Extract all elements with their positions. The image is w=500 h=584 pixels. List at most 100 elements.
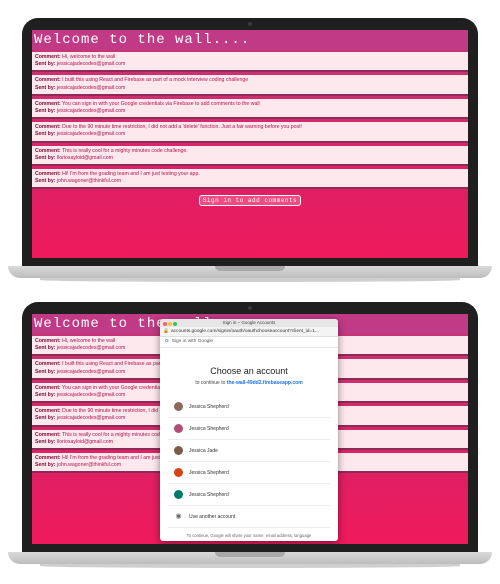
sent-by-label: Sent by:: [35, 415, 56, 422]
avatar: [174, 468, 183, 477]
minimize-window-icon[interactable]: [168, 322, 172, 326]
comment-label: Comment:: [35, 384, 61, 391]
account-name: Jessica Shepherd: [189, 425, 229, 432]
account-item[interactable]: Jessica Shepherd: [168, 484, 330, 506]
comment-label: Comment:: [35, 147, 61, 154]
comment-text: This is really cool for a mighty minutes…: [62, 147, 188, 154]
app-screen: Welcome to the wall.... Comment: Hi, wel…: [32, 30, 468, 258]
use-another-account[interactable]: ◉ Use another account: [168, 506, 330, 528]
sent-by-label: Sent by:: [35, 108, 56, 115]
choose-account-heading: Choose an account: [210, 366, 288, 376]
sent-by-label: Sent by:: [35, 131, 56, 138]
comment-label: Comment:: [35, 124, 61, 131]
comment-item: Comment: I built this using React and Fi…: [32, 75, 468, 96]
avatar: [174, 402, 183, 411]
comment-sender: lloriosayloid@gmail.com: [56, 154, 113, 161]
google-bar-label: Sign in with Google: [171, 339, 214, 344]
account-name: Jessica Shepherd: [189, 469, 229, 476]
account-item[interactable]: Jessica Shepherd: [168, 396, 330, 418]
comment-item: Comment: This is really cool for a might…: [32, 145, 468, 167]
comment-text: Hi! I'm from the grading team and I am j…: [62, 171, 200, 178]
laptop-base: [8, 552, 492, 564]
google-signin-bar: G Sign in with Google: [160, 337, 338, 348]
laptop-bottom: Welcome to the wall.... Comment: Hi, wel…: [0, 302, 500, 584]
popup-footer-note: To continue, Google will share your name…: [186, 533, 312, 538]
account-name: Jessica Jade: [189, 447, 218, 454]
comment-label: Comment:: [35, 455, 61, 462]
camera-icon: [248, 22, 252, 26]
comment-text: Hi, welcome to the wall: [62, 54, 116, 60]
app-screen: Welcome to the wall.... Comment: Hi, wel…: [32, 314, 468, 544]
continue-prefix: to continue to: [195, 380, 226, 386]
laptop-top: Welcome to the wall.... Comment: Hi, wel…: [0, 18, 500, 292]
comment-item: Comment: You can sign in with your Googl…: [32, 98, 468, 120]
comment-label: Comment:: [35, 171, 61, 178]
camera-icon: [248, 306, 252, 310]
comment-text: Due to the 90 minute time restriction, I…: [62, 124, 302, 131]
sent-by-label: Sent by:: [35, 392, 56, 399]
account-item[interactable]: Jessica Jade: [168, 440, 330, 462]
comment-label: Comment:: [35, 77, 61, 84]
comment-label: Comment:: [35, 361, 61, 368]
sent-by-label: Sent by:: [35, 178, 56, 185]
account-name: Jessica Shepherd: [189, 491, 229, 498]
comment-sender: jessicajadecodes@gmail.com: [56, 84, 126, 91]
avatar: [174, 424, 183, 433]
comment-item: Comment: Due to the 90 minute time restr…: [32, 122, 468, 143]
maximize-window-icon[interactable]: [173, 322, 177, 326]
account-list: Jessica Shepherd Jessica Shepherd Jessic…: [168, 396, 330, 528]
comment-label: Comment:: [35, 54, 61, 60]
sent-by-label: Sent by:: [35, 84, 56, 91]
comment-list: Comment: Hi, welcome to the wall Sent by…: [32, 50, 468, 190]
comment-label: Comment:: [35, 408, 61, 415]
comment-label: Comment:: [35, 338, 61, 344]
close-window-icon[interactable]: [163, 322, 167, 326]
popup-window-title: Sign in – Google Accounts: [222, 320, 276, 325]
comment-text: Hi, welcome to the wall: [62, 338, 116, 344]
comment-sender: jessicajadecodes@gmail.com: [56, 345, 126, 352]
sent-by-label: Sent by:: [35, 345, 56, 352]
account-item[interactable]: Jessica Shepherd: [168, 418, 330, 440]
sent-by-label: Sent by:: [35, 368, 56, 375]
account-circle-icon: ◉: [175, 513, 182, 520]
popup-address-bar[interactable]: 🔒 accounts.google.com/signin/oauth/oauthc…: [160, 327, 338, 337]
window-controls: [163, 321, 178, 329]
comment-sender: john.wagoner@thinkful.com: [56, 178, 122, 185]
trackpad-notch: [215, 266, 285, 271]
sent-by-label: Sent by:: [35, 462, 56, 469]
continue-to-text: to continue to the-wall-49dd2.firebaseap…: [160, 380, 338, 386]
comment-item: Comment: Hi, welcome to the wall Sent by…: [32, 52, 468, 73]
laptop-base: [8, 266, 492, 278]
comment-sender: john.wagoner@thinkful.com: [56, 462, 122, 469]
page-title: Welcome to the wall....: [32, 30, 468, 50]
popup-url: accounts.google.com/signin/oauth/oauthch…: [170, 329, 319, 334]
use-another-label: Use another account: [189, 513, 236, 520]
comment-item: Comment: Hi! I'm from the grading team a…: [32, 169, 468, 190]
continue-target-link[interactable]: the-wall-49dd2.firebaseapp.com: [227, 380, 303, 386]
comment-sender: jessicajadecodes@gmail.com: [56, 61, 126, 68]
comment-sender: jessicajadecodes@gmail.com: [56, 131, 126, 138]
avatar: [174, 446, 183, 455]
comment-sender: jessicajadecodes@gmail.com: [56, 415, 126, 422]
comment-text: I built this using React and Firebase as…: [62, 77, 249, 84]
comment-label: Comment:: [35, 431, 61, 438]
trackpad-notch: [215, 552, 285, 557]
popup-titlebar: Sign in – Google Accounts: [160, 319, 338, 327]
comment-sender: jessicajadecodes@gmail.com: [56, 108, 126, 115]
laptop-lid: Welcome to the wall.... Comment: Hi, wel…: [22, 302, 478, 552]
comment-sender: lloriosayloid@gmail.com: [56, 438, 113, 445]
comment-sender: jessicajadecodes@gmail.com: [56, 392, 126, 399]
sent-by-label: Sent by:: [35, 438, 56, 445]
sent-by-label: Sent by:: [35, 154, 56, 161]
google-signin-popup: Sign in – Google Accounts 🔒 accounts.goog…: [160, 319, 338, 541]
account-name: Jessica Shepherd: [189, 403, 229, 410]
laptop-shadow: [40, 278, 460, 282]
laptop-lid: Welcome to the wall.... Comment: Hi, wel…: [22, 18, 478, 266]
laptop-shadow: [40, 564, 460, 568]
google-logo-icon: G: [165, 339, 169, 344]
avatar: [174, 490, 183, 499]
sent-by-label: Sent by:: [35, 61, 56, 68]
comment-text: You can sign in with your Google credent…: [62, 100, 260, 107]
account-item[interactable]: Jessica Shepherd: [168, 462, 330, 484]
sign-in-button[interactable]: Sign in to add comments: [199, 195, 301, 207]
